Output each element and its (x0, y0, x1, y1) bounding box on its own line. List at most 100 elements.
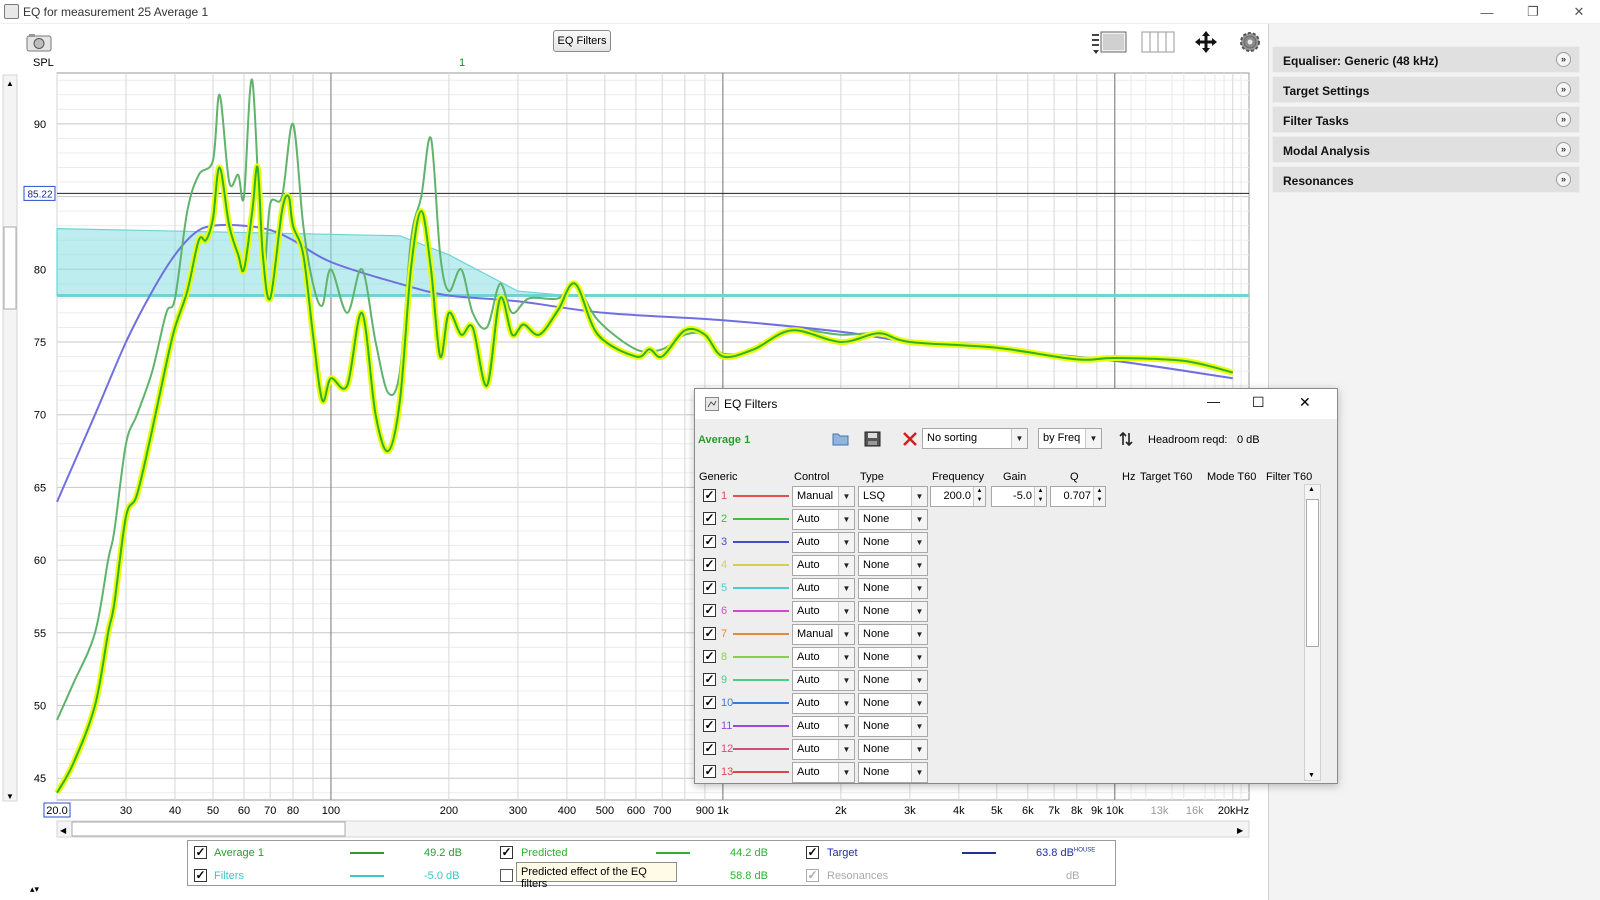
filter-enable-checkbox[interactable]: ✓ (703, 489, 716, 502)
sorting-select[interactable]: No sorting ▼ (922, 428, 1028, 449)
camera-icon[interactable] (24, 32, 54, 52)
chevron-down-icon[interactable]: ▼ (911, 625, 927, 644)
chevron-down-icon[interactable]: ▼ (911, 533, 927, 552)
chevron-down-icon[interactable]: » (1556, 52, 1571, 67)
chevron-down-icon[interactable]: » (1556, 172, 1571, 187)
scroll-up-icon[interactable]: ▲ (1308, 486, 1315, 493)
legend-checkbox-filters[interactable]: ✓ (194, 869, 207, 882)
filter-type-select[interactable]: None ▼ (858, 647, 928, 668)
chevron-down-icon[interactable]: ▼ (838, 579, 854, 598)
columns-icon[interactable] (1140, 28, 1176, 56)
filter-type-select[interactable]: None ▼ (858, 509, 928, 530)
chevron-down-icon[interactable]: ▼ (838, 556, 854, 575)
filter-q-stepper[interactable]: 0.707 ▲ ▼ (1050, 486, 1106, 507)
chevron-down-icon[interactable]: » (1556, 142, 1571, 157)
filter-enable-checkbox[interactable]: ✓ (703, 627, 716, 640)
filter-control-select[interactable]: Auto ▼ (792, 601, 855, 622)
filter-enable-checkbox[interactable]: ✓ (703, 604, 716, 617)
legend-checkbox-average1[interactable]: ✓ (194, 846, 207, 859)
chevron-down-icon[interactable]: ▼ (838, 625, 854, 644)
filter-control-select[interactable]: Manual ▼ (792, 624, 855, 645)
section-filter-tasks[interactable]: Filter Tasks » (1272, 106, 1580, 133)
filter-type-select[interactable]: None ▼ (858, 739, 928, 760)
filter-type-select[interactable]: LSQ ▼ (858, 486, 928, 507)
filter-control-select[interactable]: Auto ▼ (792, 509, 855, 530)
filter-enable-checkbox[interactable]: ✓ (703, 650, 716, 663)
close-button[interactable]: ✕ (1556, 0, 1600, 24)
scroll-down-icon[interactable]: ▼ (1308, 772, 1315, 779)
filter-type-select[interactable]: None ▼ (858, 532, 928, 553)
filter-control-select[interactable]: Auto ▼ (792, 670, 855, 691)
filter-enable-checkbox[interactable]: ✓ (703, 719, 716, 732)
eq-filters-button[interactable]: EQ Filters (553, 30, 611, 52)
filter-enable-checkbox[interactable]: ✓ (703, 558, 716, 571)
section-resonances[interactable]: Resonances » (1272, 166, 1580, 193)
chevron-down-icon[interactable]: » (1556, 112, 1571, 127)
filter-control-select[interactable]: Auto ▼ (792, 532, 855, 553)
filter-gain-stepper[interactable]: -5.0 ▲ ▼ (991, 486, 1047, 507)
legend-checkbox-target[interactable]: ✓ (806, 846, 819, 859)
filter-enable-checkbox[interactable]: ✓ (703, 673, 716, 686)
sort-key-select[interactable]: by Freq ▼ (1038, 428, 1102, 449)
filter-type-select[interactable]: None ▼ (858, 578, 928, 599)
filter-enable-checkbox[interactable]: ✓ (703, 742, 716, 755)
legend-toggle-icon[interactable] (1090, 28, 1128, 56)
scroll-thumb[interactable] (1306, 499, 1319, 647)
filter-type-select[interactable]: None ▼ (858, 555, 928, 576)
chevron-down-icon[interactable]: ▼ (911, 579, 927, 598)
minimize-button[interactable]: — (1464, 0, 1510, 24)
pan-arrows-icon[interactable] (1188, 28, 1224, 56)
chevron-down-icon[interactable]: ▼ (838, 533, 854, 552)
filter-control-select[interactable]: Auto ▼ (792, 555, 855, 576)
dialog-maximize-button[interactable]: ☐ (1252, 394, 1265, 411)
chevron-down-icon[interactable]: ▼ (911, 510, 927, 529)
section-equaliser[interactable]: Equaliser: Generic (48 kHz) » (1272, 46, 1580, 73)
section-modal-analysis[interactable]: Modal Analysis » (1272, 136, 1580, 163)
filter-enable-checkbox[interactable]: ✓ (703, 535, 716, 548)
filter-frequency-stepper[interactable]: 200.0 ▲ ▼ (930, 486, 986, 507)
chevron-down-icon[interactable]: ▼ (911, 602, 927, 621)
filter-type-select[interactable]: None ▼ (858, 762, 928, 783)
restore-button[interactable]: ❐ (1510, 0, 1556, 24)
folder-icon[interactable] (832, 431, 850, 447)
filter-list-scrollbar[interactable]: ▲ ▼ (1304, 484, 1321, 781)
chevron-down-icon[interactable]: ▼ (911, 740, 927, 759)
chevron-down-icon[interactable]: ▼ (838, 602, 854, 621)
chevron-down-icon[interactable]: ▼ (838, 487, 854, 506)
chevron-down-icon[interactable]: ▼ (1085, 429, 1101, 448)
filter-type-select[interactable]: None ▼ (858, 624, 928, 645)
filter-control-select[interactable]: Auto ▼ (792, 578, 855, 599)
chevron-down-icon[interactable]: ▼ (838, 717, 854, 736)
chevron-down-icon[interactable]: ▼ (838, 694, 854, 713)
filter-enable-checkbox[interactable]: ✓ (703, 765, 716, 778)
chevron-down-icon[interactable]: ▼ (911, 717, 927, 736)
chevron-down-icon[interactable]: ▼ (838, 740, 854, 759)
filter-control-select[interactable]: Auto ▼ (792, 739, 855, 760)
filter-control-select[interactable]: Auto ▼ (792, 693, 855, 714)
filter-enable-checkbox[interactable]: ✓ (703, 512, 716, 525)
section-target-settings[interactable]: Target Settings » (1272, 76, 1580, 103)
dialog-minimize-button[interactable]: — (1207, 394, 1220, 409)
chevron-down-icon[interactable]: ▼ (911, 763, 927, 782)
legend-checkbox-predicted[interactable]: ✓ (500, 846, 513, 859)
filter-control-select[interactable]: Auto ▼ (792, 762, 855, 783)
legend-checkbox-predicted-effect[interactable] (500, 869, 513, 882)
dialog-close-button[interactable]: ✕ (1299, 394, 1311, 411)
chevron-down-icon[interactable]: ▼ (911, 487, 927, 506)
chevron-down-icon[interactable]: » (1556, 82, 1571, 97)
filter-type-select[interactable]: None ▼ (858, 670, 928, 691)
chevron-down-icon[interactable]: ▼ (838, 763, 854, 782)
gear-icon[interactable] (1236, 28, 1264, 56)
save-icon[interactable] (864, 431, 882, 447)
filter-control-select[interactable]: Auto ▼ (792, 716, 855, 737)
delete-icon[interactable] (902, 431, 918, 447)
chevron-down-icon[interactable]: ▼ (911, 556, 927, 575)
chevron-down-icon[interactable]: ▼ (838, 510, 854, 529)
chevron-down-icon[interactable]: ▼ (911, 694, 927, 713)
filter-type-select[interactable]: None ▼ (858, 601, 928, 622)
chevron-down-icon[interactable]: ▼ (838, 671, 854, 690)
filter-type-select[interactable]: None ▼ (858, 693, 928, 714)
chevron-down-icon[interactable]: ▼ (911, 671, 927, 690)
filter-control-select[interactable]: Auto ▼ (792, 647, 855, 668)
chevron-down-icon[interactable]: ▼ (1011, 429, 1027, 448)
